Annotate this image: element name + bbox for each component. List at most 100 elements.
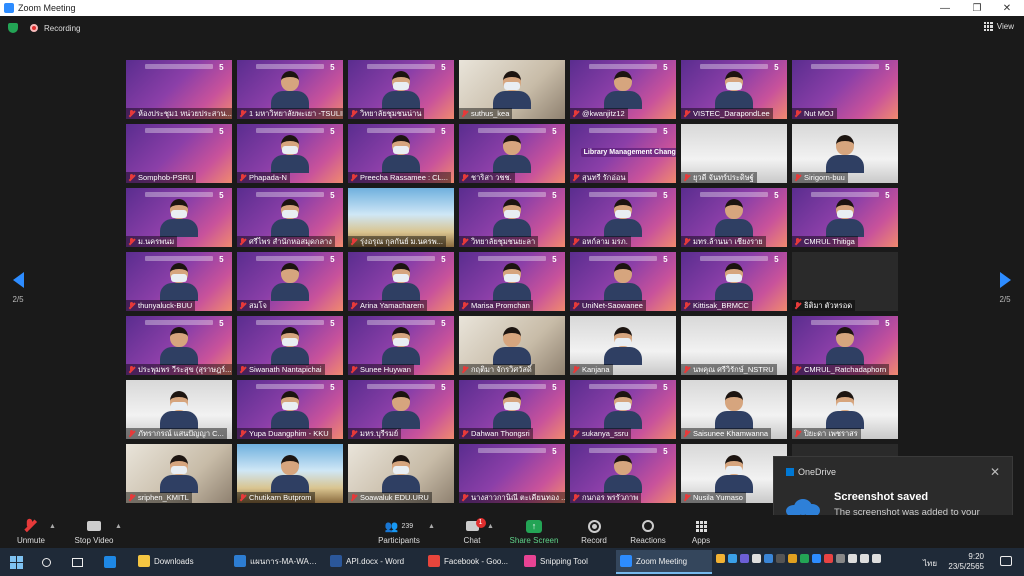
- chat-button[interactable]: 1 Chat: [458, 518, 486, 545]
- participant-tile[interactable]: 5 มหร.บุรีรมย์: [348, 380, 454, 439]
- participant-tile[interactable]: 5 ม.นครพนม: [126, 188, 232, 247]
- event-logo-5: 5: [441, 254, 446, 264]
- taskbar-app[interactable]: แผนการ-MA-WAL...: [230, 550, 322, 574]
- participant-tile[interactable]: Soawaluk EDU.URU: [348, 444, 454, 503]
- event-logo-5: 5: [441, 62, 446, 72]
- participant-tile[interactable]: 5 Preecha Rassamee : CL...: [348, 124, 454, 183]
- participant-tile[interactable]: suthus_kea: [459, 60, 565, 119]
- participant-tile[interactable]: 5 วิทยาลัยชุมชนน่าน: [348, 60, 454, 119]
- participant-tile[interactable]: นพคุณ ศรีวิรักษ์_NSTRU: [681, 316, 787, 375]
- participant-tile[interactable]: รุ่งอรุณ กุลกันย์ ม.นครพ...: [348, 188, 454, 247]
- participant-tile[interactable]: 5 มทร.ล้านนา เชียงราย: [681, 188, 787, 247]
- participant-tile[interactable]: sriphen_KMITL: [126, 444, 232, 503]
- stop-video-button[interactable]: Stop Video: [72, 518, 116, 545]
- participant-tile[interactable]: กฤติมา จักรวิศวัสดิ์: [459, 316, 565, 375]
- view-button[interactable]: View: [983, 22, 1014, 31]
- reactions-button[interactable]: Reactions: [628, 518, 668, 545]
- event-banner: [256, 128, 324, 134]
- close-window-button[interactable]: ✕: [992, 0, 1022, 16]
- participant-video: [826, 391, 864, 429]
- participant-tile[interactable]: 5 Dahwan Thongsri: [459, 380, 565, 439]
- participant-tile[interactable]: 5 Marisa Promchan: [459, 252, 565, 311]
- mic-muted-icon: [683, 301, 690, 310]
- mail-button[interactable]: [100, 550, 120, 574]
- participant-tile[interactable]: 5 Somphob-PSRU: [126, 124, 232, 183]
- notifications-icon[interactable]: [1000, 556, 1012, 566]
- participant-tile[interactable]: ยุวดี จันทร์ประดิษฐ์: [681, 124, 787, 183]
- participant-tile[interactable]: 5 CMRUL_Ratchadaphorn: [792, 316, 898, 375]
- participant-tile[interactable]: 5 thunyaluck-BUU: [126, 252, 232, 311]
- participant-tile[interactable]: 5 @kwanjitz12: [570, 60, 676, 119]
- participant-tile[interactable]: 5 1 มหาวิทยาลัยพะเยา -TSULIB: [237, 60, 343, 119]
- minimize-button[interactable]: —: [930, 0, 960, 16]
- participant-tile[interactable]: 5 Library Management Changed สุนทรี รักอ่อ…: [570, 124, 676, 183]
- participant-tile[interactable]: 5 ห้องประชุม1 หน่วยประสาน...: [126, 60, 232, 119]
- participants-button[interactable]: 👥 239 Participants: [376, 518, 422, 546]
- participant-tile[interactable]: Saisunee Khamwanna: [681, 380, 787, 439]
- participant-namebar: VISTEC_DarapondLee: [681, 108, 773, 119]
- participant-tile[interactable]: 5 Phapada-N: [237, 124, 343, 183]
- participant-tile[interactable]: 5 Yupa Duangphim - KKU: [237, 380, 343, 439]
- event-logo-5: 5: [219, 126, 224, 136]
- participant-tile[interactable]: 5 นางสาวกานิณี ตะเคียนทอง ...: [459, 444, 565, 503]
- event-logo-5: 5: [552, 190, 557, 200]
- participant-tile[interactable]: 5 อหก์ลาม มรภ.: [570, 188, 676, 247]
- event-logo-5: 5: [219, 190, 224, 200]
- video-options-caret-icon[interactable]: ▲: [115, 523, 122, 530]
- participant-tile[interactable]: 5 Siwanath Nantapichai: [237, 316, 343, 375]
- event-banner: [700, 192, 768, 198]
- unmute-button[interactable]: Unmute: [14, 518, 48, 545]
- participant-tile[interactable]: ธิติมา ตัวหรอด: [792, 252, 898, 311]
- participant-tile[interactable]: 5 กนกอร พรรัวภาพ: [570, 444, 676, 503]
- input-language[interactable]: ไทย: [923, 557, 937, 570]
- participant-tile[interactable]: Kanjana: [570, 316, 676, 375]
- previous-page-button[interactable]: 2/5: [8, 272, 28, 304]
- audio-options-caret-icon[interactable]: ▲: [49, 523, 56, 530]
- participant-tile[interactable]: ภัทรากรณ์ แสนปัญญา C...: [126, 380, 232, 439]
- participant-tile[interactable]: 5 Arina Yamacharern: [348, 252, 454, 311]
- start-button[interactable]: [6, 550, 27, 574]
- participant-tile[interactable]: 5 UniNet-Saowanee: [570, 252, 676, 311]
- participant-tile[interactable]: 5 Sunee Huywan: [348, 316, 454, 375]
- participant-namebar: Marisa Promchan: [459, 300, 533, 311]
- participant-tile[interactable]: 5 sukanya_ssru: [570, 380, 676, 439]
- taskbar-app[interactable]: Facebook - Goo...: [424, 550, 516, 574]
- mic-muted-icon: [239, 173, 246, 182]
- participant-tile[interactable]: 5 ศรีไพร สำนักหอสมุดกลาง: [237, 188, 343, 247]
- next-page-button[interactable]: 2/5: [995, 272, 1015, 304]
- participant-tile[interactable]: 5 วิทยาลัยชุมชนยะลา: [459, 188, 565, 247]
- participant-tile[interactable]: Chutikarn Butprom: [237, 444, 343, 503]
- window-titlebar: Zoom Meeting — ❐ ✕: [0, 0, 1024, 16]
- security-shield-icon[interactable]: [8, 23, 18, 33]
- taskbar-search-button[interactable]: [38, 550, 55, 574]
- close-notification-icon[interactable]: ✕: [990, 465, 1000, 479]
- participant-tile[interactable]: Sirigorn-buu: [792, 124, 898, 183]
- taskbar-app[interactable]: Zoom Meeting: [616, 550, 712, 574]
- participant-name: UniNet-Saowanee: [582, 301, 643, 310]
- participants-options-caret-icon[interactable]: ▲: [428, 523, 435, 530]
- participant-tile[interactable]: 5 ประพุมพร วีระสุข (สุราษฎร์...: [126, 316, 232, 375]
- task-view-button[interactable]: [68, 550, 87, 574]
- maximize-button[interactable]: ❐: [962, 0, 992, 16]
- record-button[interactable]: Record: [578, 518, 610, 545]
- taskbar-app[interactable]: Snipping Tool: [520, 550, 612, 574]
- participant-tile[interactable]: 5 ชาริสา วชช.: [459, 124, 565, 183]
- participant-tile[interactable]: 5 Kittisak_BRMCC: [681, 252, 787, 311]
- chat-options-caret-icon[interactable]: ▲: [487, 523, 494, 530]
- participant-tile[interactable]: ปิยะดา เพชราสร: [792, 380, 898, 439]
- participant-tile[interactable]: Nusila Yumaso: [681, 444, 787, 503]
- apps-button[interactable]: Apps: [688, 518, 714, 545]
- participant-tile[interactable]: 5 Nut MOJ: [792, 60, 898, 119]
- taskbar-app[interactable]: API.docx - Word: [326, 550, 420, 574]
- participant-tile[interactable]: 5 CMRUL Thitiga: [792, 188, 898, 247]
- participant-tile[interactable]: 5 VISTEC_DarapondLee: [681, 60, 787, 119]
- participant-video: [160, 327, 198, 365]
- participant-tile[interactable]: 5 สมโจ: [237, 252, 343, 311]
- taskbar-app[interactable]: Downloads: [134, 550, 226, 574]
- event-logo-5: 5: [774, 62, 779, 72]
- system-tray-icons[interactable]: [716, 554, 881, 563]
- windows-logo-icon: [10, 555, 23, 569]
- share-screen-button[interactable]: ↑ Share Screen: [508, 518, 560, 545]
- taskbar-clock[interactable]: 9:20 23/5/2565: [948, 552, 984, 572]
- participant-name: สมโจ: [249, 301, 267, 310]
